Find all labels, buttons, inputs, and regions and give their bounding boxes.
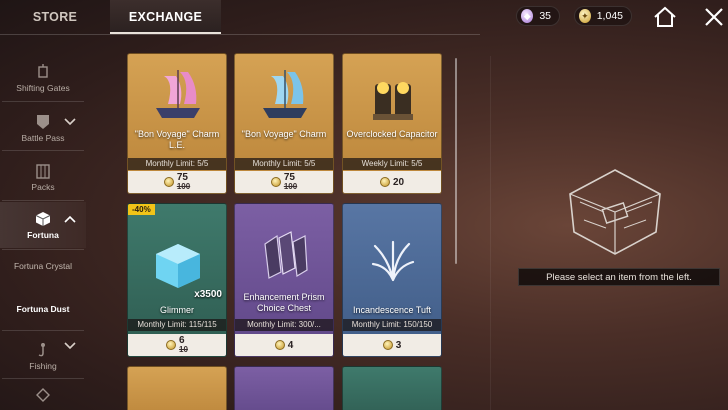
- top-divider: [0, 34, 480, 35]
- item-limit: Monthly Limit: 115/115: [128, 319, 226, 331]
- item-name: Overclocked Capacitor: [346, 129, 438, 139]
- item-card-partial[interactable]: [342, 366, 442, 410]
- item-price-value: 3: [395, 339, 402, 351]
- item-price-value: 4: [287, 339, 294, 351]
- prism-chest-icon: [264, 231, 308, 279]
- sidebar-divider: [2, 330, 84, 331]
- item-name: "Bon Voyage" Charm: [241, 129, 327, 139]
- grid-scrollbar[interactable]: [455, 58, 457, 264]
- capacitor-icon: [373, 82, 413, 120]
- crystal-count: 35: [539, 10, 551, 22]
- top-bar: STORE EXCHANGE ◆ 35 ✦ 1,045: [0, 0, 728, 34]
- chevron-up-icon: [64, 215, 76, 226]
- item-price: 20: [343, 171, 441, 193]
- sidebar-item-fortuna[interactable]: Fortuna: [0, 202, 86, 248]
- blue-ship-icon: [263, 70, 307, 118]
- item-old-price: 100: [283, 182, 298, 191]
- sidebar-item-label: Packs: [31, 181, 55, 192]
- ghost-shell-icon: [569, 169, 661, 255]
- sidebar-item-packs[interactable]: Packs: [0, 156, 86, 198]
- sidebar-item-fishing[interactable]: Fishing: [0, 336, 86, 376]
- item-price-value: 75: [283, 172, 295, 183]
- chevron-down-icon: [64, 342, 76, 353]
- item-price-value: 75: [176, 172, 188, 183]
- fortuna-coin-icon: [382, 340, 393, 350]
- crystal-icon: ◆: [521, 9, 534, 23]
- sidebar-divider: [2, 200, 84, 201]
- item-price-value: 6: [179, 335, 185, 346]
- item-price-value: 20: [392, 176, 405, 188]
- item-name: "Bon Voyage" Charm L.E.: [134, 129, 220, 150]
- sidebar-item-shifting-gates[interactable]: Shifting Gates: [0, 58, 86, 98]
- sidebar-item-label: Fishing: [29, 360, 57, 371]
- item-card-bon-voyage-le[interactable]: "Bon Voyage" Charm L.E. Monthly Limit: 5…: [127, 53, 227, 194]
- item-limit: Monthly Limit: 5/5: [128, 158, 226, 170]
- fortuna-coin-icon: ✦: [579, 9, 591, 23]
- fortuna-coin-currency: ✦ 1,045: [574, 6, 632, 26]
- sidebar-divider: [2, 101, 84, 102]
- item-limit: Monthly Limit: 300/...: [235, 319, 333, 331]
- sidebar-item-label: Shifting Gates: [16, 82, 70, 93]
- sidebar-item-label: Battle Pass: [21, 132, 65, 143]
- fortuna-coin-icon: [274, 340, 285, 350]
- sidebar-divider: [2, 378, 84, 379]
- discount-badge: -40%: [128, 204, 155, 215]
- item-price: 75 100: [128, 171, 226, 193]
- chevron-down-icon: [64, 118, 76, 129]
- battle-pass-icon: [35, 114, 51, 130]
- fortuna-coin-icon: [379, 177, 390, 187]
- home-icon: [654, 6, 676, 27]
- sidebar-subitem-fortuna-dust[interactable]: Fortuna Dust: [0, 304, 86, 314]
- item-card-bon-voyage[interactable]: "Bon Voyage" Charm Monthly Limit: 5/5 75…: [234, 53, 334, 194]
- crystal-currency: ◆ 35: [516, 6, 560, 26]
- item-card-incandescence-tuft[interactable]: Incandescence Tuft Monthly Limit: 150/15…: [342, 203, 442, 357]
- item-old-price: 10: [179, 345, 188, 354]
- close-button[interactable]: [702, 5, 726, 29]
- sidebar-item-more[interactable]: [0, 386, 86, 406]
- sidebar-subitem-fortuna-crystal[interactable]: Fortuna Crystal: [0, 261, 86, 272]
- fortuna-cube-icon: [35, 211, 51, 227]
- detail-placeholder: Please select an item from the left.: [518, 268, 720, 286]
- tuft-icon: [371, 240, 415, 282]
- price-stack: 6 10: [179, 335, 188, 355]
- close-icon: [705, 8, 723, 26]
- diamond-icon: [35, 387, 51, 403]
- item-card-enhancement-prism-chest[interactable]: Enhancement Prism Choice Chest Monthly L…: [234, 203, 334, 357]
- item-old-price: 100: [176, 182, 191, 191]
- item-price: 75 100: [235, 171, 333, 193]
- item-price: 3: [343, 334, 441, 356]
- item-price: 6 10: [128, 334, 226, 356]
- fortuna-coin-count: 1,045: [596, 10, 623, 22]
- item-quantity: x3500: [194, 289, 222, 300]
- item-limit: Weekly Limit: 5/5: [343, 158, 441, 170]
- sidebar-item-label: Fortuna: [27, 229, 59, 240]
- glimmer-cube-icon: [156, 244, 200, 288]
- item-card-partial[interactable]: [127, 366, 227, 410]
- item-price: 4: [235, 334, 333, 356]
- item-limit: Monthly Limit: 150/150: [343, 319, 441, 331]
- sidebar-divider: [2, 150, 84, 151]
- sidebar: Shifting Gates Battle Pass Packs Fortuna…: [0, 36, 86, 410]
- item-name: Enhancement Prism Choice Chest: [243, 292, 325, 313]
- lantern-icon: [35, 63, 51, 80]
- item-card-glimmer[interactable]: -40% x3500 Glimmer Monthly Limit: 115/11…: [127, 203, 227, 357]
- packs-icon: [35, 163, 51, 179]
- item-name: Glimmer: [160, 305, 194, 315]
- tab-store[interactable]: STORE: [0, 0, 110, 34]
- fortuna-coin-icon: [270, 177, 281, 187]
- sidebar-item-battle-pass[interactable]: Battle Pass: [0, 108, 86, 148]
- home-button[interactable]: [652, 6, 678, 28]
- fortuna-coin-icon: [163, 177, 174, 187]
- sidebar-divider: [2, 249, 84, 250]
- pink-ship-icon: [156, 70, 200, 118]
- fishing-icon: [35, 342, 51, 358]
- item-card-partial[interactable]: [234, 366, 334, 410]
- item-card-overclocked-capacitor[interactable]: Overclocked Capacitor Weekly Limit: 5/5 …: [342, 53, 442, 194]
- fortuna-coin-icon: [166, 340, 177, 350]
- tab-exchange[interactable]: EXCHANGE: [110, 0, 221, 34]
- item-limit: Monthly Limit: 5/5: [235, 158, 333, 170]
- item-name: Incandescence Tuft: [352, 305, 432, 315]
- price-stack: 75 100: [176, 172, 191, 192]
- price-stack: 75 100: [283, 172, 298, 192]
